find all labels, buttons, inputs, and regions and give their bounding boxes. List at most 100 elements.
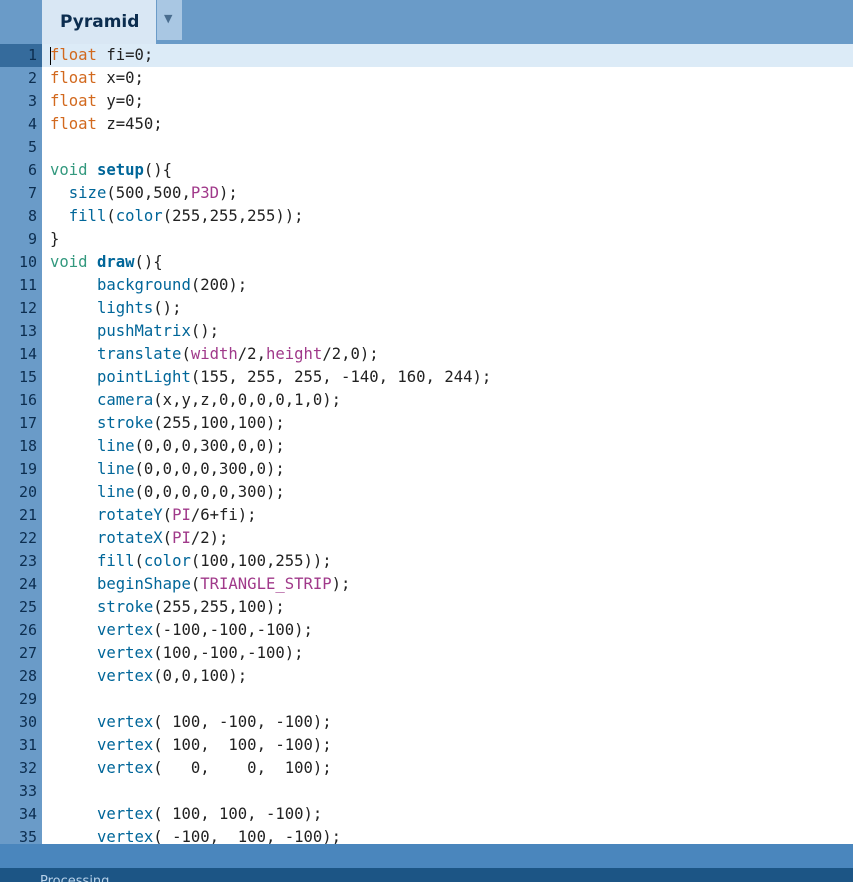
- code-text: rotateX(PI/2);: [96, 529, 229, 547]
- code-text: stroke(255,100,100);: [96, 414, 285, 432]
- line-number: 25: [18, 598, 37, 616]
- code-line[interactable]: 3 float y=0;: [0, 90, 853, 113]
- status-text: Processing: [40, 874, 110, 882]
- code-line[interactable]: 30 vertex( 100, -100, -100);: [0, 711, 853, 734]
- code-text: beginShape(TRIANGLE_STRIP);: [96, 575, 351, 593]
- code-line[interactable]: 19 line(0,0,0,0,300,0);: [0, 458, 853, 481]
- status-bar: Processing: [0, 868, 853, 882]
- code-line[interactable]: 27 vertex(100,-100,-100);: [0, 642, 853, 665]
- line-number: 15: [18, 368, 37, 386]
- line-number: 34: [18, 805, 37, 823]
- line-number: 20: [18, 483, 37, 501]
- code-line[interactable]: 15 pointLight(155, 255, 255, -140, 160, …: [0, 366, 853, 389]
- code-text: camera(x,y,z,0,0,0,0,1,0);: [96, 391, 342, 409]
- line-number: 10: [18, 253, 37, 271]
- code-text: float x=0;: [50, 69, 144, 87]
- code-text: float y=0;: [50, 92, 144, 110]
- code-line[interactable]: 34 vertex( 100, 100, -100);: [0, 803, 853, 826]
- code-text: line(0,0,0,300,0,0);: [96, 437, 285, 455]
- code-text: vertex(0,0,100);: [96, 667, 248, 685]
- code-text: line(0,0,0,0,300,0);: [96, 460, 285, 478]
- line-number: 9: [27, 230, 37, 248]
- line-number: 31: [18, 736, 37, 754]
- code-text: vertex( 100, -100, -100);: [96, 713, 332, 731]
- code-text: rotateY(PI/6+fi);: [96, 506, 257, 524]
- code-line[interactable]: 22 rotateX(PI/2);: [0, 527, 853, 550]
- code-line[interactable]: 29: [0, 688, 853, 711]
- line-number: 21: [18, 506, 37, 524]
- code-text: line(0,0,0,0,0,300);: [96, 483, 285, 501]
- code-text: float fi=0;: [50, 46, 154, 64]
- code-text: stroke(255,255,100);: [96, 598, 285, 616]
- code-text: lights();: [96, 299, 182, 317]
- code-text: float z=450;: [50, 115, 163, 133]
- line-number: 32: [18, 759, 37, 777]
- line-number: 18: [18, 437, 37, 455]
- code-line[interactable]: 23 fill(color(100,100,255));: [0, 550, 853, 573]
- code-line[interactable]: 12 lights();: [0, 297, 853, 320]
- line-number: 22: [18, 529, 37, 547]
- line-number: 4: [27, 115, 37, 133]
- tab-menu-button[interactable]: ▼: [156, 0, 182, 40]
- line-number: 7: [27, 184, 37, 202]
- line-number: 11: [18, 276, 37, 294]
- code-line[interactable]: 4 float z=450;: [0, 113, 853, 136]
- code-line[interactable]: 2 float x=0;: [0, 67, 853, 90]
- code-line[interactable]: 6 void setup(){: [0, 159, 853, 182]
- code-line[interactable]: 1 float fi=0;: [0, 44, 853, 67]
- triangle-down-icon: ▼: [164, 12, 173, 25]
- code-line[interactable]: 10 void draw(){: [0, 251, 853, 274]
- code-text: vertex( 100, 100, -100);: [96, 805, 323, 823]
- code-text: fill(color(100,100,255));: [96, 552, 332, 570]
- code-text: pushMatrix();: [96, 322, 220, 340]
- line-number: 12: [18, 299, 37, 317]
- line-number: 27: [18, 644, 37, 662]
- line-number: 8: [27, 207, 37, 225]
- line-number: 3: [27, 92, 37, 110]
- line-number: 17: [18, 414, 37, 432]
- line-number: 14: [18, 345, 37, 363]
- code-line[interactable]: 9}: [0, 228, 853, 251]
- code-line[interactable]: 20 line(0,0,0,0,0,300);: [0, 481, 853, 504]
- code-line[interactable]: 24 beginShape(TRIANGLE_STRIP);: [0, 573, 853, 596]
- line-number: 1: [27, 46, 37, 64]
- line-number: 24: [18, 575, 37, 593]
- code-line[interactable]: 11 background(200);: [0, 274, 853, 297]
- text-cursor: [50, 47, 51, 65]
- code-text: vertex(-100,-100,-100);: [96, 621, 313, 639]
- code-text: }: [50, 230, 60, 248]
- tab-title: Pyramid: [60, 12, 140, 32]
- code-line[interactable]: 14 translate(width/2,height/2,0);: [0, 343, 853, 366]
- code-line[interactable]: 8 fill(color(255,255,255));: [0, 205, 853, 228]
- code-text: vertex( 0, 0, 100);: [96, 759, 332, 777]
- code-line[interactable]: 21 rotateY(PI/6+fi);: [0, 504, 853, 527]
- editor-bottom-bar: [0, 844, 853, 868]
- code-line[interactable]: 16 camera(x,y,z,0,0,0,0,1,0);: [0, 389, 853, 412]
- line-number: 6: [27, 161, 37, 179]
- code-line[interactable]: 5: [0, 136, 853, 159]
- code-line[interactable]: 7 size(500,500,P3D);: [0, 182, 853, 205]
- code-text: pointLight(155, 255, 255, -140, 160, 244…: [96, 368, 492, 386]
- line-number: 13: [18, 322, 37, 340]
- code-line[interactable]: 17 stroke(255,100,100);: [0, 412, 853, 435]
- code-line[interactable]: 26 vertex(-100,-100,-100);: [0, 619, 853, 642]
- code-text: void draw(){: [50, 253, 163, 271]
- code-text: background(200);: [96, 276, 248, 294]
- code-line[interactable]: 18 line(0,0,0,300,0,0);: [0, 435, 853, 458]
- line-number: 16: [18, 391, 37, 409]
- tab-pyramid[interactable]: Pyramid: [42, 0, 156, 44]
- code-text: vertex(100,-100,-100);: [96, 644, 304, 662]
- line-number: 19: [18, 460, 37, 478]
- code-text: void setup(){: [50, 161, 173, 179]
- line-number: 29: [18, 690, 37, 708]
- code-line[interactable]: 32 vertex( 0, 0, 100);: [0, 757, 853, 780]
- line-number: 30: [18, 713, 37, 731]
- line-number: 26: [18, 621, 37, 639]
- code-text: size(500,500,P3D);: [68, 184, 238, 202]
- code-line[interactable]: 31 vertex( 100, 100, -100);: [0, 734, 853, 757]
- code-line[interactable]: 33: [0, 780, 853, 803]
- code-line[interactable]: 13 pushMatrix();: [0, 320, 853, 343]
- line-number: 28: [18, 667, 37, 685]
- code-line[interactable]: 28 vertex(0,0,100);: [0, 665, 853, 688]
- code-line[interactable]: 25 stroke(255,255,100);: [0, 596, 853, 619]
